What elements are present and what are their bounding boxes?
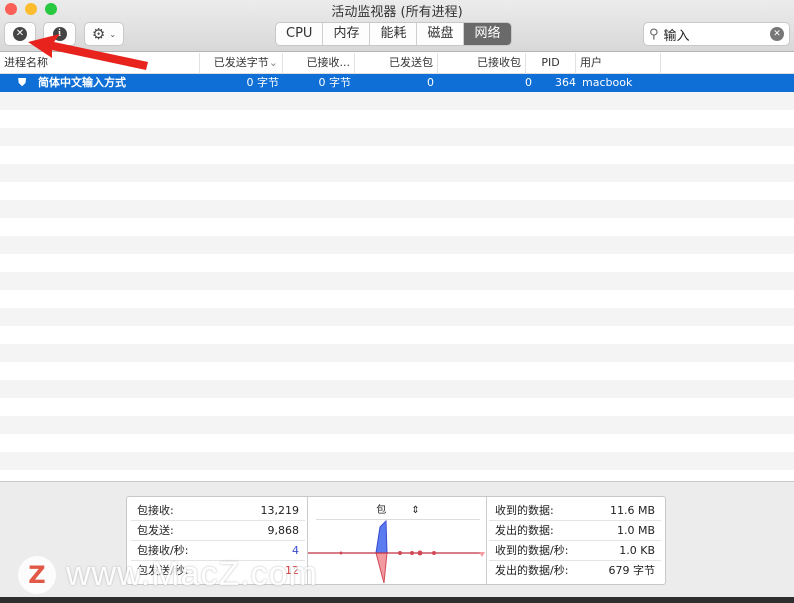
received-spike [375, 519, 388, 554]
search-input[interactable]: 输入 [664, 25, 770, 44]
category-tabs: CPU 内存 能耗 磁盘 网络 [275, 22, 512, 46]
search-icon: ⚲ [649, 26, 659, 42]
data-point [432, 551, 436, 555]
stat-data-received-sec: 收到的数据/秒: 1.0 KB [489, 541, 661, 561]
tab-network[interactable]: 网络 [464, 23, 511, 45]
stat-label: 包发送: [137, 524, 174, 537]
stat-packets-out: 包发送: 9,868 [131, 521, 305, 541]
clear-search-icon[interactable]: ✕ [770, 27, 784, 41]
column-received-bytes[interactable]: 已接收... [283, 53, 355, 74]
watermark-logo: Z [18, 555, 56, 594]
stat-label: 收到的数据: [495, 504, 554, 517]
graph-svg [308, 519, 485, 584]
data-point [479, 552, 485, 557]
user: macbook [582, 76, 633, 89]
column-received-packets[interactable]: 已接收包 [438, 53, 526, 74]
watermark-text: www.MacZ.com [66, 555, 318, 593]
stat-data-received: 收到的数据: 11.6 MB [489, 501, 661, 521]
column-pid[interactable]: PID [526, 53, 576, 74]
sent-packets: 0 [427, 76, 434, 89]
sent-spike [375, 552, 388, 584]
stat-data-sent-sec: 发出的数据/秒: 679 字节 [489, 561, 661, 581]
arrow-icon [28, 34, 148, 70]
search-field[interactable]: ⚲ 输入 ✕ [643, 22, 790, 46]
column-sent-bytes[interactable]: 已发送字节⌄ [200, 53, 283, 74]
data-point [410, 551, 414, 555]
sort-chevron-icon: ⌄ [268, 56, 278, 69]
received-bytes: 0 字节 [318, 76, 352, 89]
stat-value: 11.6 MB [609, 504, 655, 517]
tab-memory[interactable]: 内存 [323, 23, 371, 45]
stat-data-sent: 发出的数据: 1.0 MB [489, 521, 661, 541]
data-point [398, 551, 402, 555]
sent-bytes: 0 字节 [246, 76, 280, 89]
tab-cpu[interactable]: CPU [276, 23, 324, 45]
tab-disk[interactable]: 磁盘 [417, 23, 465, 45]
stat-value: 1.0 MB [616, 524, 655, 537]
window-title: 活动监视器 (所有进程) [331, 5, 463, 20]
red-arrow-annotation [28, 34, 148, 70]
column-label: 已发送字节 [213, 56, 269, 69]
pid: 364 [555, 76, 576, 89]
stat-value: 9,868 [267, 524, 300, 537]
network-graph: 包 ⇕ [307, 497, 487, 584]
process-table-body [0, 74, 794, 481]
column-sent-packets[interactable]: 已发送包 [355, 53, 438, 74]
tab-energy[interactable]: 能耗 [370, 23, 418, 45]
stat-label: 发出的数据/秒: [495, 564, 569, 577]
stat-label: 发出的数据: [495, 524, 554, 537]
column-user[interactable]: 用户 [576, 53, 661, 74]
data-point [417, 550, 423, 556]
stat-label: 包接收: [137, 504, 174, 517]
bottom-bar [0, 597, 794, 603]
stat-value: 1.0 KB [619, 544, 655, 557]
watermark: Z www.MacZ.com [18, 555, 318, 594]
stat-value: 679 字节 [608, 564, 656, 577]
stat-label: 收到的数据/秒: [495, 544, 569, 557]
received-packets: 0 [525, 76, 532, 89]
stat-packets-in: 包接收: 13,219 [131, 501, 305, 521]
stat-value: 13,219 [260, 504, 300, 517]
data-point [339, 551, 343, 555]
